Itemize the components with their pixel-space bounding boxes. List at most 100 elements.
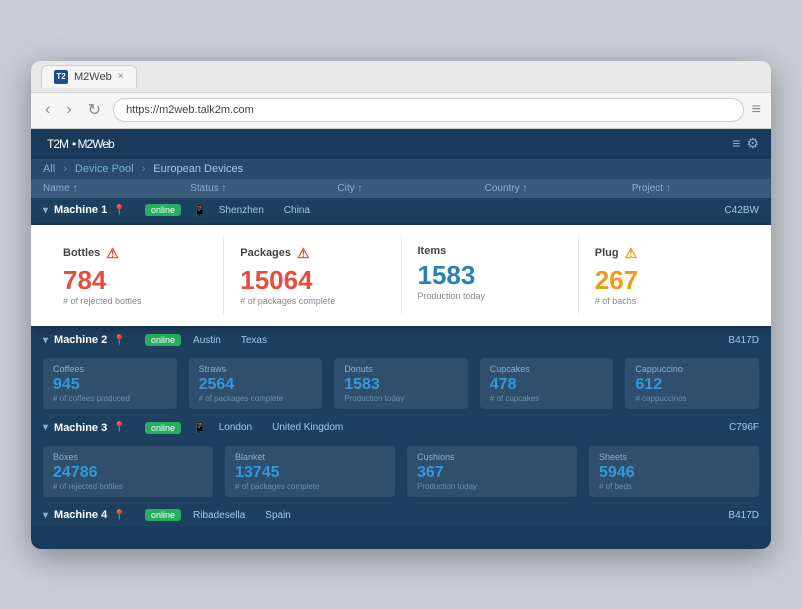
metric-boxes-title: Boxes: [53, 452, 203, 462]
metric-packages-value: 15064: [240, 266, 384, 295]
machine3-info: London United Kingdom: [219, 422, 717, 433]
metric-straws-sub: # of packages complete: [199, 394, 313, 403]
col-status[interactable]: Status ↑: [190, 183, 317, 194]
machine2-info: Austin Texas: [193, 335, 716, 346]
metric-blanket-value: 13745: [235, 464, 385, 482]
metric-cushions-sub: Production today: [417, 482, 567, 491]
machine1-row: ▾ Machine 1 📍 online 📱 Shenzhen China C4…: [31, 198, 771, 223]
browser-tab[interactable]: T2 M2Web ×: [41, 65, 137, 88]
col-country[interactable]: Country ↑: [485, 183, 612, 194]
metric-boxes-sub: # of rejected bottles: [53, 482, 203, 491]
machine3-label[interactable]: ▾ Machine 3 📍: [43, 422, 133, 434]
machine4-status: online: [145, 509, 181, 521]
metric-plug-value: 267: [595, 266, 739, 295]
refresh-button[interactable]: ↻: [84, 98, 105, 122]
list-icon[interactable]: ≡: [732, 135, 740, 152]
metric-items-value: 1583: [418, 261, 562, 290]
metric-straws-title: Straws: [199, 364, 313, 374]
breadcrumb-all[interactable]: All: [43, 163, 55, 175]
machine2-state: Texas: [241, 335, 267, 346]
machine4-info: Ribadesella Spain: [193, 510, 716, 521]
metric-bottles: Bottles ⚠ 784 # of rejected bottles: [47, 237, 224, 315]
metric-coffees: Coffees 945 # of coffees produced: [43, 358, 177, 409]
machine4-project: B417D: [728, 510, 759, 521]
machine1-label[interactable]: ▾ Machine 1 📍: [43, 204, 133, 216]
tab-area: T2 M2Web ×: [41, 65, 761, 88]
pin-icon: 📍: [113, 205, 125, 216]
metric-sheets: Sheets 5946 # of beds: [589, 446, 759, 497]
metric-packages: Packages ⚠ 15064 # of packages complete: [224, 237, 401, 315]
machine4-country: Spain: [265, 510, 291, 521]
machine2-label[interactable]: ▾ Machine 2 📍: [43, 334, 133, 346]
breadcrumb-device-pool[interactable]: Device Pool: [75, 163, 134, 175]
chevron-down-icon-4: ▾: [43, 510, 48, 521]
metric-sheets-value: 5946: [599, 464, 749, 482]
col-name[interactable]: Name ↑: [43, 183, 170, 194]
app-logo: T2M• M2Web: [43, 135, 114, 153]
metric-blanket: Blanket 13745 # of packages complete: [225, 446, 395, 497]
metric-plug-sub: # of bachs: [595, 296, 739, 306]
table-header: Name ↑ Status ↑ City ↑ Country ↑ Project…: [31, 179, 771, 198]
pin-icon-3: 📍: [113, 422, 125, 433]
chevron-down-icon-3: ▾: [43, 422, 48, 433]
metric-cupcakes-sub: # of cupcakes: [490, 394, 604, 403]
machine3-row: ▾ Machine 3 📍 online 📱 London United Kin…: [31, 415, 771, 440]
metric-donuts-title: Donuts: [344, 364, 458, 374]
metric-plug: Plug ⚠ 267 # of bachs: [579, 237, 755, 315]
app-header: T2M• M2Web ≡ ⚙: [31, 129, 771, 159]
phone-icon: 📱: [193, 204, 207, 217]
machine4-label[interactable]: ▾ Machine 4 📍: [43, 509, 133, 521]
machine2-city: Austin: [193, 335, 221, 346]
machine2-metrics: Coffees 945 # of coffees produced Straws…: [31, 352, 771, 415]
metric-cappuccino-value: 612: [635, 376, 749, 394]
col-project[interactable]: Project ↑: [632, 183, 759, 194]
metric-bottles-sub: # of rejected bottles: [63, 296, 207, 306]
machine3-city: London: [219, 422, 252, 433]
chevron-down-icon-2: ▾: [43, 335, 48, 346]
metric-packages-sub: # of packages complete: [240, 296, 384, 306]
metric-cushions-value: 367: [417, 464, 567, 482]
browser-menu-icon[interactable]: ≡: [752, 101, 761, 119]
metric-blanket-sub: # of packages complete: [235, 482, 385, 491]
metric-cupcakes-title: Cupcakes: [490, 364, 604, 374]
machine4-city: Ribadesella: [193, 510, 245, 521]
address-bar[interactable]: https://m2web.talk2m.com: [113, 98, 744, 122]
machine3-project: C796F: [729, 422, 759, 433]
machine3-country: United Kingdom: [272, 422, 343, 433]
breadcrumb-european-devices[interactable]: European Devices: [153, 163, 243, 175]
metric-sheets-sub: # of beds: [599, 482, 749, 491]
machine3-metrics-row: Boxes 24786 # of rejected bottles Blanke…: [43, 446, 759, 497]
pin-icon-4: 📍: [113, 510, 125, 521]
tab-close-button[interactable]: ×: [118, 71, 124, 82]
metric-cappuccino: Cappuccino 612 # cappuccinos: [625, 358, 759, 409]
bottles-alert-icon: ⚠: [106, 245, 119, 262]
metric-cupcakes: Cupcakes 478 # of cupcakes: [480, 358, 614, 409]
machine1-country: China: [284, 205, 310, 216]
machine1-project: C42BW: [725, 205, 759, 216]
metric-bottles-value: 784: [63, 266, 207, 295]
metric-donuts: Donuts 1583 Production today: [334, 358, 468, 409]
tab-title: M2Web: [74, 71, 112, 83]
browser-toolbar: ‹ › ↻ https://m2web.talk2m.com ≡: [31, 93, 771, 129]
machine2-metrics-row: Coffees 945 # of coffees produced Straws…: [43, 358, 759, 409]
metric-straws-value: 2564: [199, 376, 313, 394]
col-city[interactable]: City ↑: [337, 183, 464, 194]
machine2-row: ▾ Machine 2 📍 online Austin Texas B417D: [31, 328, 771, 352]
metric-boxes-value: 24786: [53, 464, 203, 482]
metric-donuts-value: 1583: [344, 376, 458, 394]
app-content: T2M• M2Web ≡ ⚙ All › Device Pool › Europ…: [31, 129, 771, 549]
forward-button[interactable]: ›: [62, 99, 75, 121]
metric-packages-title: Packages ⚠: [240, 245, 384, 262]
metric-cappuccino-title: Cappuccino: [635, 364, 749, 374]
machine2-project: B417D: [728, 335, 759, 346]
back-button[interactable]: ‹: [41, 99, 54, 121]
metric-items-title: Items: [418, 245, 562, 257]
metric-coffees-sub: # of coffees produced: [53, 394, 167, 403]
metric-coffees-value: 945: [53, 376, 167, 394]
settings-icon[interactable]: ⚙: [746, 135, 759, 152]
metric-bottles-title: Bottles ⚠: [63, 245, 207, 262]
machine3-status: online: [145, 422, 181, 434]
machine2-status: online: [145, 334, 181, 346]
plug-alert-icon: ⚠: [625, 245, 638, 262]
metric-cupcakes-value: 478: [490, 376, 604, 394]
